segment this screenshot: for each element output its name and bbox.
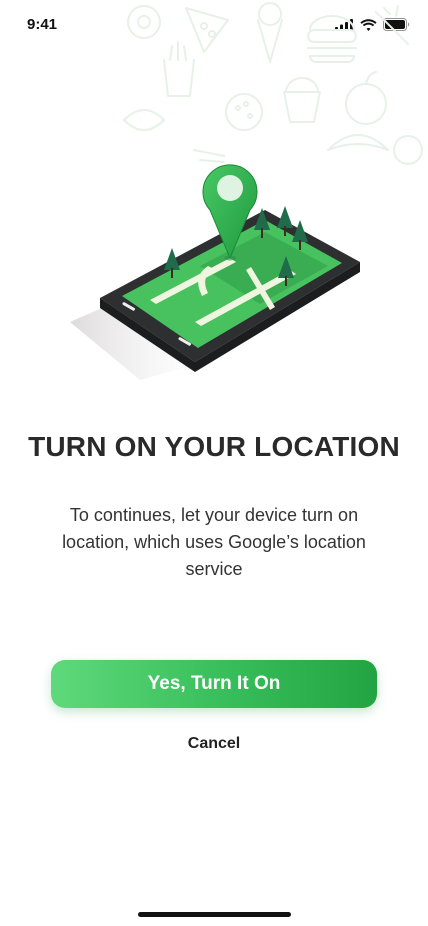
page-title: TURN ON YOUR LOCATION — [28, 431, 400, 462]
phone-map-location-illustration — [70, 164, 360, 380]
ice-cream-doodle-icon — [257, 19, 283, 63]
carrot-doodle-icon — [375, 5, 409, 45]
fries-doodle-icon — [163, 41, 195, 97]
apple-doodle-icon — [345, 83, 387, 125]
cancel-button[interactable]: Cancel — [164, 735, 264, 753]
cookie-doodle-icon — [225, 93, 263, 131]
home-indicator — [138, 912, 291, 917]
turn-on-location-button[interactable]: Yes, Turn It On — [51, 660, 377, 708]
cupcake-doodle-icon — [283, 77, 321, 123]
burger-doodle-icon — [307, 29, 357, 43]
description-text: To continues, let your device turn on lo… — [62, 505, 366, 579]
tomato-doodle-icon — [393, 135, 423, 165]
status-time: 9:41 — [27, 16, 58, 33]
pizza-doodle-icon — [185, 7, 229, 53]
donut-doodle-icon — [127, 5, 161, 39]
croissant-doodle-icon — [327, 134, 389, 151]
